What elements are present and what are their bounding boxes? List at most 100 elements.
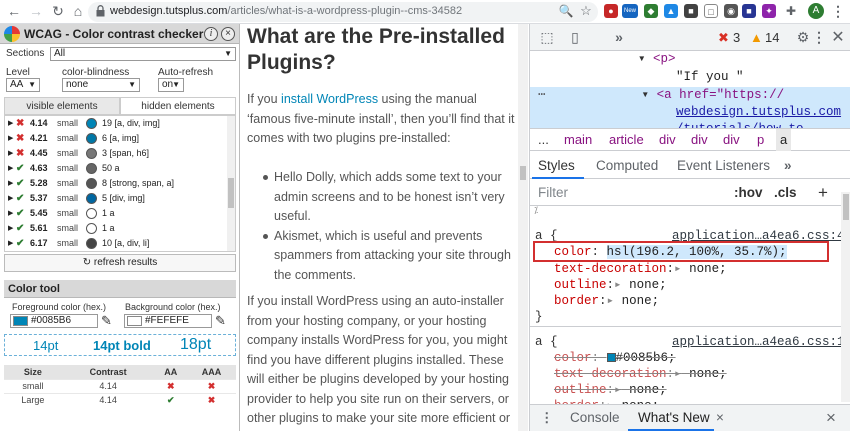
result-row[interactable]: ▶ ✔ 5.61 small 1 a xyxy=(5,221,227,236)
breadcrumb-main[interactable]: main xyxy=(564,129,592,151)
eyedropper-icon[interactable]: ✎ xyxy=(101,313,115,329)
devtools-menu-icon[interactable]: ⋮ xyxy=(810,29,828,46)
result-row[interactable]: ▶ ✔ 4.63 small 50 a xyxy=(5,161,227,176)
dom-href-value[interactable]: webdesign.tutsplus.com xyxy=(676,105,841,119)
eyedropper-icon[interactable]: ✎ xyxy=(215,313,229,329)
expand-triangle-icon[interactable]: ▶ xyxy=(8,131,13,146)
drawer-tab-whats-new[interactable]: What's New xyxy=(638,405,710,431)
expand-triangle-icon[interactable]: ▶ xyxy=(8,236,13,251)
tab-styles[interactable]: Styles xyxy=(538,152,575,179)
device-toolbar-icon[interactable]: ▯ xyxy=(566,29,584,46)
result-row[interactable]: ▶ ✖ 4.14 small 19 [a, div, img] xyxy=(5,116,227,131)
extension-blue-icon[interactable]: ▲ xyxy=(664,4,678,18)
result-row[interactable]: ▶ ✔ 5.45 small 1 a xyxy=(5,206,227,221)
reload-icon[interactable]: ↻ xyxy=(50,3,66,19)
drawer-close-icon[interactable]: × xyxy=(826,405,836,431)
tab-computed[interactable]: Computed xyxy=(596,152,658,179)
results-scrollbar-thumb[interactable] xyxy=(228,178,234,208)
breadcrumb-more[interactable]: ... xyxy=(538,129,549,151)
rule1-prop-outline[interactable]: outline:▸ none; xyxy=(554,278,667,294)
breadcrumb-div[interactable]: div xyxy=(723,129,740,151)
browser-menu-icon[interactable]: ⋮ xyxy=(830,3,846,19)
error-icon[interactable]: ✖ xyxy=(718,30,729,46)
breadcrumb-article[interactable]: article xyxy=(609,129,644,151)
color-swatch-icon[interactable] xyxy=(606,353,616,362)
breadcrumb-a[interactable]: a xyxy=(776,129,792,151)
expand-triangle-icon[interactable]: ▶ xyxy=(8,221,13,236)
dom-line-text[interactable]: "If you " xyxy=(676,69,850,86)
breadcrumb-p[interactable]: p xyxy=(757,129,764,151)
rule2-source-link[interactable]: application…a4ea6.css:1 xyxy=(672,335,845,351)
home-icon[interactable]: ⌂ xyxy=(70,3,86,19)
drawer-menu-icon[interactable]: ⋮ xyxy=(540,405,554,431)
result-row[interactable]: ▶ ✔ 5.28 small 8 [strong, span, a] xyxy=(5,176,227,191)
extensions-puzzle-icon[interactable]: ✚ xyxy=(784,4,798,18)
page-scrollbar-thumb[interactable] xyxy=(520,166,526,180)
search-icon[interactable]: 🔍 xyxy=(558,3,574,19)
hover-state-button[interactable]: :hov xyxy=(734,180,763,206)
install-wordpress-link[interactable]: install WordPress xyxy=(281,92,378,106)
breadcrumb-div[interactable]: div xyxy=(659,129,676,151)
css-prop-value[interactable]: #0085b6; xyxy=(616,351,676,365)
star-icon[interactable]: ☆ xyxy=(578,3,594,19)
extension-new-icon[interactable]: New xyxy=(622,4,638,18)
results-scrollbar[interactable] xyxy=(227,116,235,251)
expand-triangle-icon[interactable]: ▶ xyxy=(8,116,13,131)
tab-hidden-elements[interactable]: hidden elements xyxy=(120,97,236,115)
rule1-prop-border[interactable]: border:▸ none; xyxy=(554,294,659,310)
new-style-rule-button[interactable]: + xyxy=(818,180,828,206)
dom-line-p[interactable]: ▾ <p> xyxy=(638,51,850,68)
result-row[interactable]: ▶ ✔ 5.37 small 5 [div, img] xyxy=(5,191,227,206)
tab-event-listeners[interactable]: Event Listeners xyxy=(677,152,770,179)
extension-navy-icon[interactable]: ■ xyxy=(742,4,756,18)
dom-line-anchor[interactable]: ⋯ ▾ <a href="https:// xyxy=(530,87,850,104)
refresh-results-button[interactable]: ↻ refresh results xyxy=(4,254,236,272)
warning-count[interactable]: 14 xyxy=(765,30,779,45)
more-panels-icon[interactable]: » xyxy=(610,29,628,46)
devtools-close-icon[interactable]: ✕ xyxy=(829,29,847,46)
css-prop-value[interactable]: none; xyxy=(689,262,727,276)
extension-red-icon[interactable]: ● xyxy=(604,4,618,18)
warning-icon[interactable]: ▲ xyxy=(750,30,763,45)
rule2-prop-outline[interactable]: outline:▸ none; xyxy=(554,383,667,399)
css-prop-value[interactable]: none; xyxy=(622,294,660,308)
styles-scrollbar-thumb[interactable] xyxy=(843,194,849,220)
result-row[interactable]: ▶ ✖ 4.21 small 6 [a, img] xyxy=(5,131,227,146)
tab-visible-elements[interactable]: visible elements xyxy=(4,97,120,115)
background-color-input[interactable]: #FEFEFE xyxy=(124,314,212,328)
forward-arrow-icon[interactable]: → xyxy=(28,3,44,19)
extension-green-icon[interactable]: ◆ xyxy=(644,4,658,18)
extension-dark-icon[interactable]: ■ xyxy=(684,4,698,18)
class-toggle-button[interactable]: .cls xyxy=(774,180,797,206)
profile-avatar[interactable]: A xyxy=(808,3,824,19)
css-prop-value[interactable]: none; xyxy=(689,367,727,381)
css-prop-value[interactable]: none; xyxy=(629,278,667,292)
auto-refresh-select[interactable]: on ▼ xyxy=(158,78,184,92)
result-row[interactable]: ▶ ✖ 4.45 small 3 [span, h6] xyxy=(5,146,227,161)
filter-input[interactable]: Filter xyxy=(538,180,568,206)
result-row[interactable]: ▶ ✔ 6.17 small 10 [a, div, li] xyxy=(5,236,227,251)
rule2-prop-text-decoration[interactable]: text-decoration:▸ none; xyxy=(554,367,727,383)
color-blindness-select[interactable]: none ▼ xyxy=(62,78,140,92)
error-count[interactable]: 3 xyxy=(733,30,740,45)
rule1-prop-text-decoration[interactable]: text-decoration:▸ none; xyxy=(554,262,727,278)
expand-triangle-icon[interactable]: ▶ xyxy=(8,206,13,221)
page-scrollbar[interactable] xyxy=(518,24,528,431)
expand-triangle-icon[interactable]: ▶ xyxy=(8,146,13,161)
more-tabs-icon[interactable]: » xyxy=(784,152,792,179)
drawer-tab-console[interactable]: Console xyxy=(570,405,620,431)
sections-select[interactable]: All ▼ xyxy=(50,47,236,61)
breadcrumb-div[interactable]: div xyxy=(691,129,708,151)
extension-gray-icon[interactable]: ◉ xyxy=(724,4,738,18)
css-prop-value[interactable]: none; xyxy=(629,383,667,397)
close-icon[interactable]: × xyxy=(221,27,235,41)
inspect-element-icon[interactable]: ⬚ xyxy=(538,29,556,46)
foreground-color-input[interactable]: #0085B6 xyxy=(10,314,98,328)
info-icon[interactable]: i xyxy=(204,27,218,41)
expand-triangle-icon[interactable]: ▶ xyxy=(8,161,13,176)
rule2-prop-color[interactable]: color: #0085b6; xyxy=(554,351,676,367)
dom-line-href[interactable]: webdesign.tutsplus.com xyxy=(530,104,850,121)
extension-square-icon[interactable]: □ xyxy=(704,4,718,18)
level-select[interactable]: AA ▼ xyxy=(6,78,40,92)
styles-scrollbar[interactable] xyxy=(841,192,850,402)
